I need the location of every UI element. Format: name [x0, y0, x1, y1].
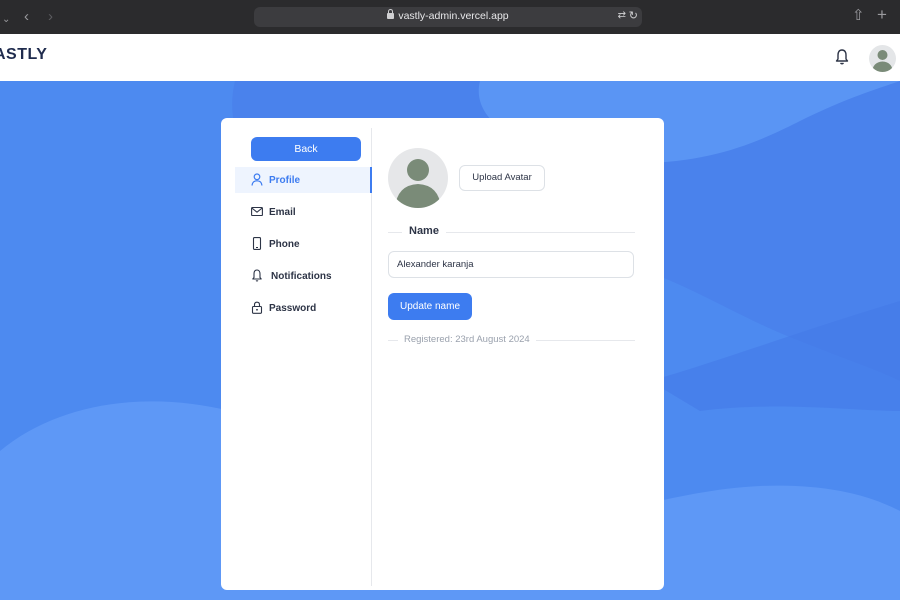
forward-arrow-icon[interactable]: ›	[48, 8, 53, 26]
name-input[interactable]: Alexander karanja	[388, 251, 634, 278]
user-icon	[251, 173, 263, 186]
address-bar[interactable]: vastly-admin.vercel.app ⇄ ↻	[254, 7, 642, 27]
back-arrow-icon[interactable]: ‹	[24, 8, 29, 26]
lock-icon	[387, 9, 395, 19]
lock-icon	[251, 301, 263, 314]
app-logo[interactable]: ASTLY	[0, 46, 47, 64]
share-icon[interactable]: ⇧	[852, 7, 865, 25]
registered-date-text: Registered: 23rd August 2024	[404, 334, 530, 345]
sidebar-item-label: Email	[269, 207, 296, 218]
divider	[446, 232, 635, 233]
app-header: ASTLY	[0, 34, 900, 81]
phone-icon	[252, 237, 262, 250]
new-tab-icon[interactable]: +	[877, 6, 887, 24]
url-text: vastly-admin.vercel.app	[254, 9, 642, 22]
sidebar-item-profile[interactable]: Profile	[235, 167, 372, 193]
browser-toolbar: ⌄ ‹ › vastly-admin.vercel.app ⇄ ↻ ⇧ +	[0, 0, 900, 34]
upload-avatar-button[interactable]: Upload Avatar	[459, 165, 545, 191]
divider	[536, 340, 635, 341]
divider	[388, 340, 398, 341]
avatar-person-icon	[872, 50, 893, 72]
divider	[388, 232, 402, 233]
sidebar-item-label: Profile	[269, 175, 301, 186]
tab-overview-chevron-icon[interactable]: ⌄	[2, 11, 10, 29]
bell-icon	[252, 269, 262, 282]
sidebar-item-label: Notifications	[271, 271, 332, 282]
update-name-button[interactable]: Update name	[388, 293, 472, 320]
profile-settings-card: Back Profile Email Phone Notifications P…	[221, 118, 664, 590]
sidebar-item-notifications[interactable]: Notifications	[235, 263, 372, 289]
sidebar-item-label: Password	[269, 303, 317, 314]
notification-bell-icon[interactable]	[834, 48, 850, 66]
user-avatar[interactable]	[869, 45, 896, 72]
sidebar-item-password[interactable]: Password	[235, 295, 372, 321]
registered-info: Registered: 23rd August 2024	[388, 333, 635, 347]
profile-avatar	[388, 148, 448, 208]
name-section-label: Name	[409, 225, 439, 237]
sidebar-item-label: Phone	[269, 239, 300, 250]
translate-icon[interactable]: ⇄	[618, 10, 626, 21]
sidebar-item-email[interactable]: Email	[235, 199, 372, 225]
avatar-person-icon	[395, 159, 441, 208]
name-section-header: Name	[388, 225, 635, 239]
profile-panel: Upload Avatar Name Alexander karanja Upd…	[388, 118, 638, 578]
back-button[interactable]: Back	[251, 137, 361, 161]
sidebar-item-phone[interactable]: Phone	[235, 231, 372, 257]
settings-sidebar: Back Profile Email Phone Notifications P…	[221, 128, 372, 586]
mail-icon	[251, 206, 263, 217]
reload-icon[interactable]: ↻	[629, 9, 638, 22]
